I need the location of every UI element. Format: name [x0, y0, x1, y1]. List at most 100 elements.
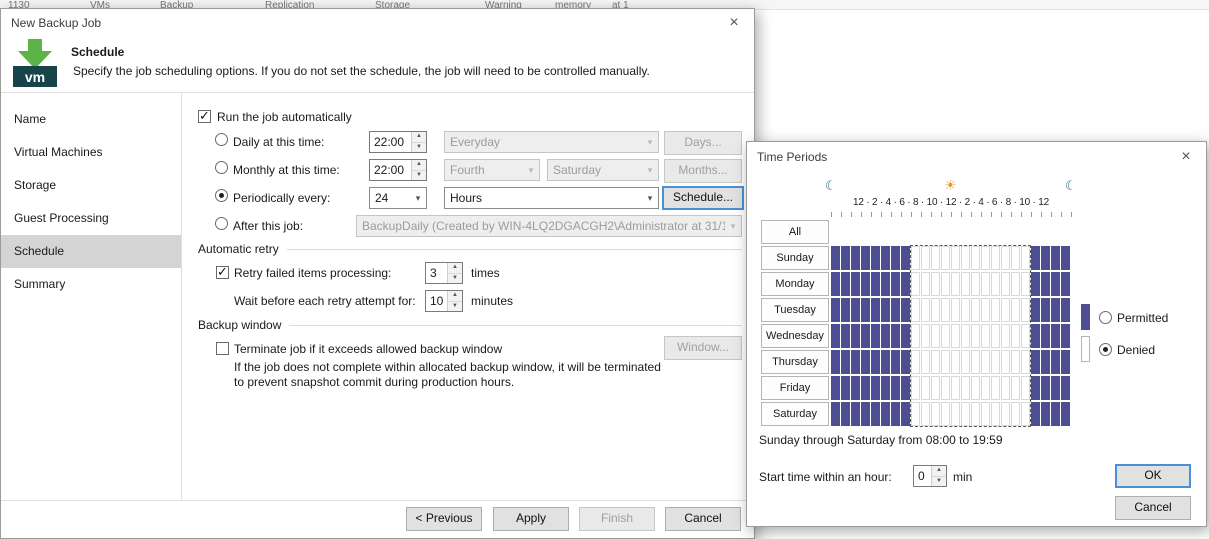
time-cell[interactable]	[841, 402, 850, 426]
time-cell[interactable]	[1011, 402, 1020, 426]
time-cell[interactable]	[911, 246, 920, 270]
time-cell[interactable]	[851, 376, 860, 400]
time-cell[interactable]	[851, 324, 860, 348]
time-cell[interactable]	[851, 298, 860, 322]
time-cell[interactable]	[1061, 246, 1070, 270]
close-icon[interactable]: ×	[724, 15, 744, 31]
time-cell[interactable]	[861, 324, 870, 348]
time-cell[interactable]	[841, 324, 850, 348]
time-cell[interactable]	[981, 324, 990, 348]
days-button[interactable]: Days...	[664, 131, 742, 155]
sidebar-item-name[interactable]: Name	[1, 103, 181, 136]
time-cell[interactable]	[881, 324, 890, 348]
denied-label[interactable]: Denied	[1117, 342, 1155, 358]
time-cell[interactable]	[1041, 272, 1050, 296]
close-icon[interactable]: ×	[1176, 149, 1196, 165]
time-cell[interactable]	[861, 246, 870, 270]
sidebar-item-virtual-machines[interactable]: Virtual Machines	[1, 136, 181, 169]
after-job-radio[interactable]	[215, 217, 228, 230]
time-cell[interactable]	[951, 298, 960, 322]
time-cell[interactable]	[921, 246, 930, 270]
spin-up-icon[interactable]: ▲	[448, 263, 462, 274]
time-cell[interactable]	[1051, 324, 1060, 348]
time-cell[interactable]	[991, 350, 1000, 374]
time-cell[interactable]	[891, 298, 900, 322]
time-cell[interactable]	[851, 350, 860, 374]
periodically-value-combo[interactable]: 24 ▾	[369, 187, 427, 209]
time-cell[interactable]	[951, 350, 960, 374]
time-cell[interactable]	[911, 402, 920, 426]
time-cell[interactable]	[1041, 350, 1050, 374]
time-cell[interactable]	[1051, 272, 1060, 296]
time-cell[interactable]	[941, 298, 950, 322]
terminate-job-checkbox[interactable]	[216, 342, 229, 355]
time-cell[interactable]	[1001, 272, 1010, 296]
time-cell[interactable]	[951, 376, 960, 400]
time-cell[interactable]	[1001, 246, 1010, 270]
time-cell[interactable]	[941, 324, 950, 348]
time-cell[interactable]	[1031, 246, 1040, 270]
time-cell[interactable]	[861, 376, 870, 400]
time-cell[interactable]	[871, 350, 880, 374]
time-cell[interactable]	[891, 272, 900, 296]
time-cell[interactable]	[911, 350, 920, 374]
time-cell[interactable]	[1041, 376, 1050, 400]
time-cell[interactable]	[931, 324, 940, 348]
time-cell[interactable]	[981, 272, 990, 296]
time-cell[interactable]	[1021, 298, 1030, 322]
time-cell[interactable]	[961, 246, 970, 270]
time-cell[interactable]	[871, 376, 880, 400]
schedule-button[interactable]: Schedule...	[662, 186, 744, 210]
time-cell[interactable]	[1031, 272, 1040, 296]
time-cell[interactable]	[911, 272, 920, 296]
time-cell[interactable]	[1011, 324, 1020, 348]
time-cell[interactable]	[871, 298, 880, 322]
time-cell[interactable]	[891, 402, 900, 426]
time-cell[interactable]	[831, 402, 840, 426]
spin-up-icon[interactable]: ▲	[412, 160, 426, 171]
time-cell[interactable]	[1041, 298, 1050, 322]
time-cell[interactable]	[981, 246, 990, 270]
sidebar-item-guest-processing[interactable]: Guest Processing	[1, 202, 181, 235]
run-automatically-checkbox[interactable]	[198, 110, 211, 123]
monthly-day-combo[interactable]: Saturday ▾	[547, 159, 659, 181]
spin-up-icon[interactable]: ▲	[412, 132, 426, 143]
time-cell[interactable]	[931, 246, 940, 270]
time-cell[interactable]	[931, 272, 940, 296]
after-job-combo[interactable]: BackupDaily (Created by WIN-4LQ2DGACGH2\…	[356, 215, 742, 237]
monthly-radio[interactable]	[215, 161, 228, 174]
time-cell[interactable]	[1051, 298, 1060, 322]
time-cell[interactable]	[991, 298, 1000, 322]
time-cell[interactable]	[921, 402, 930, 426]
time-cell[interactable]	[971, 324, 980, 348]
time-cell[interactable]	[871, 402, 880, 426]
time-cell[interactable]	[1031, 376, 1040, 400]
day-button-sunday[interactable]: Sunday	[761, 246, 829, 270]
time-cell[interactable]	[1041, 246, 1050, 270]
time-cell[interactable]	[881, 246, 890, 270]
time-cell[interactable]	[871, 246, 880, 270]
tp-cancel-button[interactable]: Cancel	[1115, 496, 1191, 520]
time-cell[interactable]	[881, 402, 890, 426]
time-cell[interactable]	[921, 376, 930, 400]
time-cell[interactable]	[981, 376, 990, 400]
time-cell[interactable]	[841, 298, 850, 322]
time-cell[interactable]	[961, 272, 970, 296]
sidebar-item-summary[interactable]: Summary	[1, 268, 181, 301]
time-cell[interactable]	[1001, 298, 1010, 322]
time-cell[interactable]	[981, 350, 990, 374]
time-cell[interactable]	[901, 324, 910, 348]
time-cell[interactable]	[1021, 246, 1030, 270]
spin-down-icon[interactable]: ▼	[412, 143, 426, 153]
time-cell[interactable]	[1061, 350, 1070, 374]
time-cell[interactable]	[1051, 376, 1060, 400]
time-cell[interactable]	[1011, 246, 1020, 270]
time-cell[interactable]	[831, 298, 840, 322]
retry-failed-label[interactable]: Retry failed items processing:	[234, 265, 391, 281]
sidebar-item-schedule[interactable]: Schedule	[1, 235, 181, 268]
time-cell[interactable]	[901, 272, 910, 296]
time-cell[interactable]	[961, 298, 970, 322]
time-cell[interactable]	[1061, 376, 1070, 400]
daily-period-combo[interactable]: Everyday ▾	[444, 131, 659, 153]
time-cell[interactable]	[971, 298, 980, 322]
